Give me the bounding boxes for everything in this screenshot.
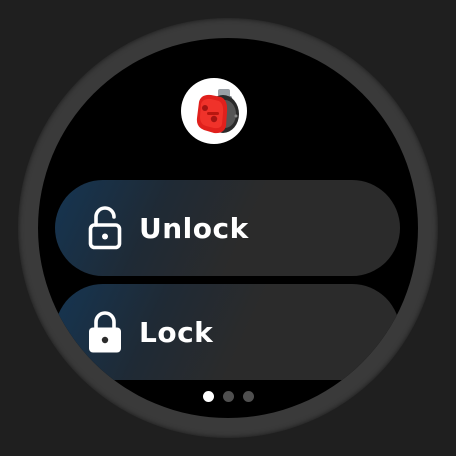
- unlock-label: Unlock: [139, 211, 249, 245]
- lock-button[interactable]: Lock: [55, 284, 400, 380]
- page-indicator: [38, 391, 418, 402]
- lock-icon: [87, 309, 123, 355]
- page-dot-1: [202, 391, 214, 402]
- watch-screen: Unlock Lock: [38, 38, 418, 418]
- unlock-button[interactable]: Unlock: [55, 180, 400, 276]
- page-dot-3: [242, 391, 254, 402]
- page-dot-2: [222, 391, 234, 402]
- lock-label: Lock: [139, 315, 214, 349]
- device-avatar: [181, 78, 247, 144]
- unlock-icon: [87, 205, 123, 251]
- motor-device-icon: [196, 89, 239, 134]
